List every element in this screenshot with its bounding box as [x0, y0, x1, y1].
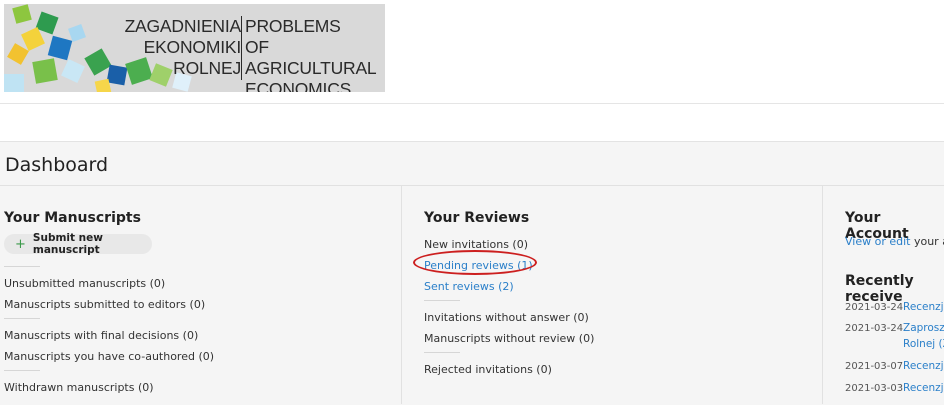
coauthored-manuscripts-link[interactable]: Manuscripts you have co-authored (0): [4, 350, 214, 363]
logo-line: EKONOMIKI: [143, 37, 242, 57]
header-divider: [0, 103, 944, 104]
divider: [4, 318, 40, 319]
submitted-manuscripts-link[interactable]: Manuscripts submitted to editors (0): [4, 298, 205, 311]
rejected-invitations-link[interactable]: Rejected invitations (0): [424, 363, 552, 376]
withdrawn-manuscripts-link[interactable]: Withdrawn manuscripts (0): [4, 381, 154, 394]
invitations-without-answer-link[interactable]: Invitations without answer (0): [424, 311, 589, 324]
sent-reviews-link[interactable]: Sent reviews (2): [424, 280, 514, 293]
plus-icon: +: [15, 236, 26, 252]
page-title: Dashboard: [5, 154, 109, 176]
divider: [424, 300, 460, 301]
logo-line: OF AGRICULTURAL: [245, 37, 377, 78]
divider: [4, 266, 40, 267]
manuscripts-heading: Your Manuscripts: [4, 210, 141, 226]
view-edit-account-link[interactable]: View or edit: [845, 235, 910, 248]
notification-text: Zaprosze: [903, 322, 944, 334]
highlight-circle: [413, 250, 537, 275]
submit-button-label: Submit new manuscript: [32, 232, 103, 256]
final-decisions-link[interactable]: Manuscripts with final decisions (0): [4, 329, 198, 342]
account-line: View or edit your acc: [845, 235, 944, 248]
logo-text-polish: ZAGADNIENIA EKONOMIKI ROLNEJ: [124, 16, 242, 79]
notification-link[interactable]: Recenzja: [903, 380, 944, 396]
reviews-heading: Your Reviews: [424, 210, 530, 226]
unsubmitted-manuscripts-link[interactable]: Unsubmitted manuscripts (0): [4, 277, 165, 290]
column-divider: [401, 186, 402, 404]
divider: [4, 370, 40, 371]
logo-line: PROBLEMS: [245, 16, 341, 36]
notification-text: Rolnej (Z: [903, 338, 944, 350]
logo-line: ZAGADNIENIA: [124, 16, 242, 36]
notification-date: 2021-03-03: [845, 383, 904, 394]
column-divider: [822, 186, 823, 404]
notification-link[interactable]: Recenzja: [903, 358, 944, 374]
notification-date: 2021-03-24: [845, 323, 904, 334]
notification-date: 2021-03-07: [845, 361, 904, 372]
logo-divider: [241, 16, 242, 80]
notification-link[interactable]: Zaprosze Rolnej (Z: [903, 320, 944, 352]
logo-text-english: PROBLEMS OF AGRICULTURAL ECONOMICS: [245, 16, 385, 92]
divider: [424, 352, 460, 353]
logo-line: ECONOMICS: [245, 79, 352, 92]
logo-line: ROLNEJ: [173, 58, 241, 78]
notification-link[interactable]: Recenzja: [903, 299, 944, 315]
journal-logo[interactable]: ZAGADNIENIA EKONOMIKI ROLNEJ PROBLEMS OF…: [4, 4, 385, 92]
account-line-text: your acc: [913, 235, 944, 248]
manuscripts-without-review-link[interactable]: Manuscripts without review (0): [424, 332, 594, 345]
submit-new-manuscript-button[interactable]: + Submit new manuscript: [4, 232, 152, 256]
title-divider: [0, 185, 944, 186]
notification-date: 2021-03-24: [845, 302, 904, 313]
